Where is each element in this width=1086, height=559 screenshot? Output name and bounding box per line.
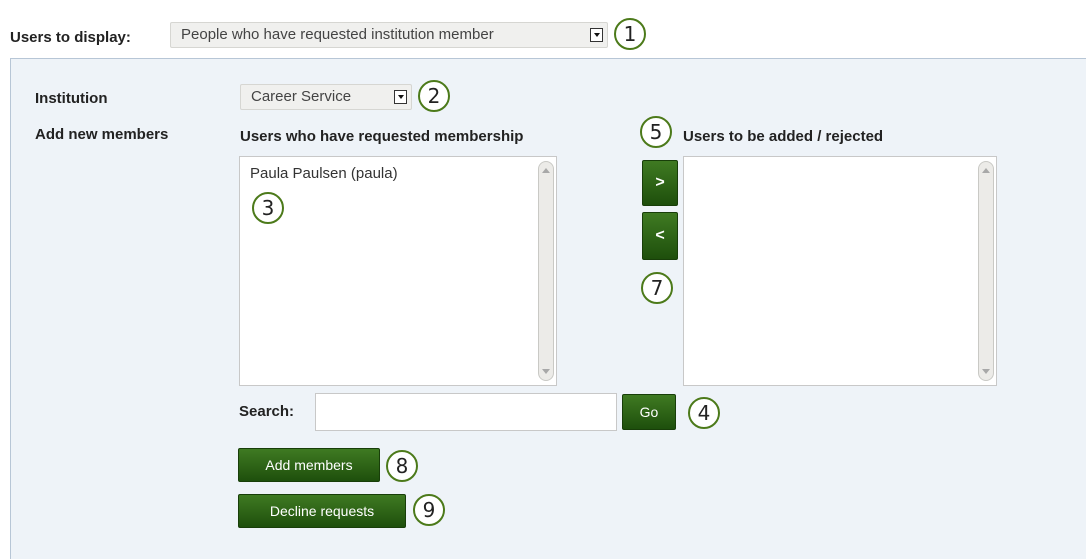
requested-members-header: Users who have requested membership (240, 128, 524, 145)
decline-requests-button[interactable]: Decline requests (238, 494, 406, 528)
list-item[interactable]: Paula Paulsen (paula) (250, 165, 398, 182)
users-to-display-select[interactable]: People who have requested institution me… (170, 22, 608, 48)
add-members-button[interactable]: Add members (238, 448, 380, 482)
add-new-members-label: Add new members (35, 126, 169, 143)
search-label: Search: (239, 403, 295, 420)
added-users-scrollbar[interactable] (978, 161, 994, 381)
callout-3: 3 (252, 192, 284, 224)
scroll-down-icon (542, 369, 550, 374)
callout-8: 8 (386, 450, 418, 482)
callout-4: 4 (688, 397, 720, 429)
added-members-header: Users to be added / rejected (683, 128, 884, 145)
move-right-button[interactable]: > (642, 160, 678, 206)
move-left-button[interactable]: < (642, 212, 678, 260)
requested-users-listbox[interactable]: Paula Paulsen (paula) (239, 156, 557, 386)
scroll-down-icon (982, 369, 990, 374)
callout-2: 2 (418, 80, 450, 112)
callout-1: 1 (614, 18, 646, 50)
users-to-display-value: People who have requested institution me… (181, 26, 494, 43)
scroll-up-icon (982, 168, 990, 173)
search-input[interactable] (315, 393, 617, 431)
callout-5: 5 (640, 116, 672, 148)
institution-select[interactable]: Career Service (240, 84, 412, 110)
callout-9: 9 (413, 494, 445, 526)
users-to-display-label: Users to display: (10, 29, 131, 46)
added-users-listbox[interactable] (683, 156, 997, 386)
scroll-up-icon (542, 168, 550, 173)
institution-value: Career Service (251, 88, 352, 105)
institution-label: Institution (35, 90, 108, 107)
chevron-down-icon (590, 28, 603, 42)
requested-users-scrollbar[interactable] (538, 161, 554, 381)
callout-7: 7 (641, 272, 673, 304)
chevron-down-icon (394, 90, 407, 104)
search-go-button[interactable]: Go (622, 394, 676, 430)
